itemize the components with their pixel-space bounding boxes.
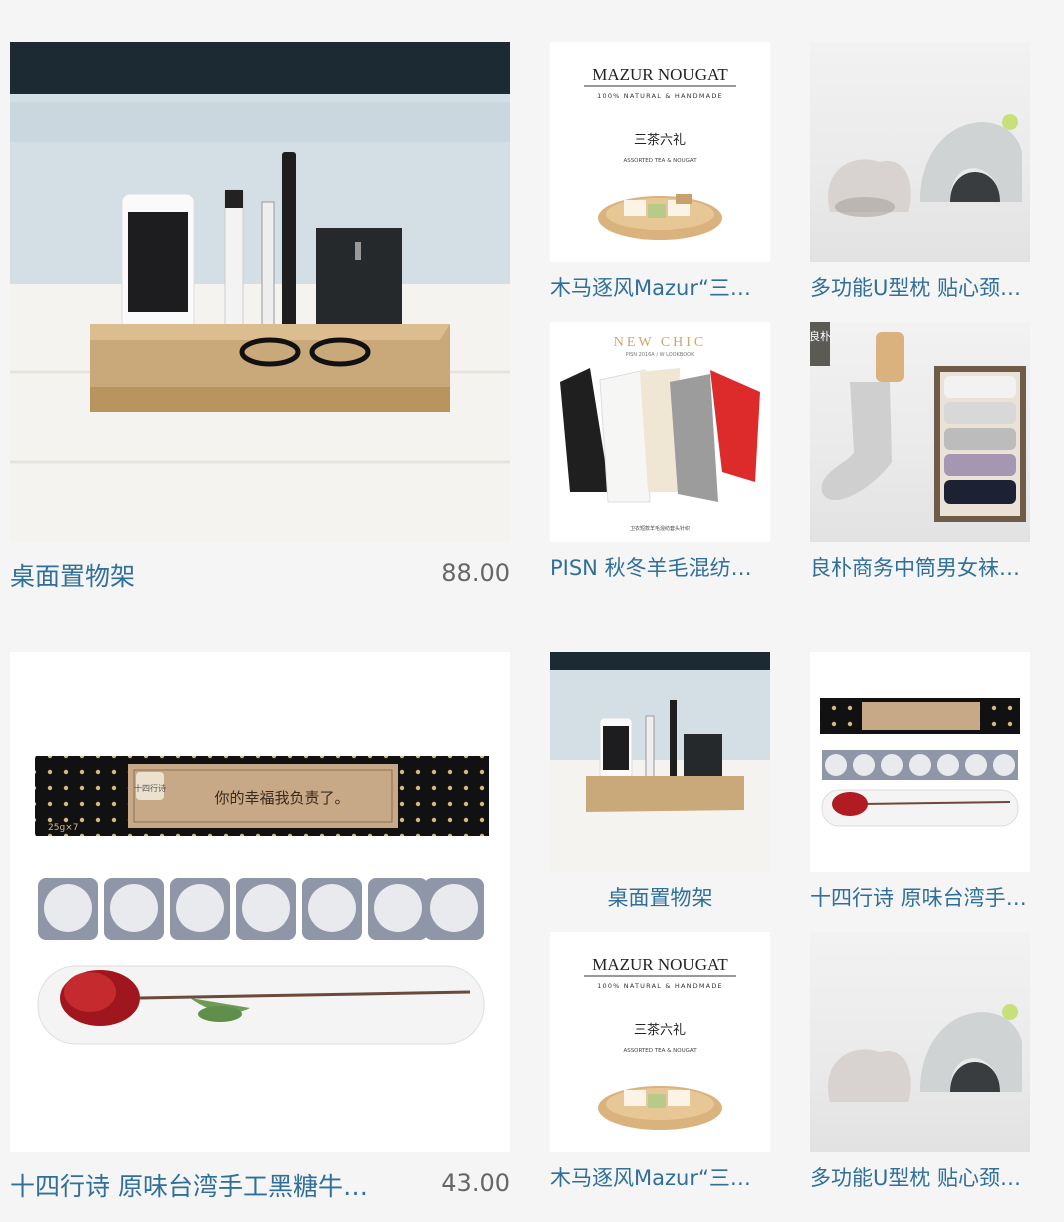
product-price: 43.00: [441, 1169, 510, 1197]
mazur-tagline-text: 100% NATURAL & HANDMADE: [597, 982, 723, 990]
sonnet-count-text: 25g×7: [48, 823, 78, 833]
product-title[interactable]: 木马逐风Mazur“三茶六礼”牛轧糖礼盒: [550, 1162, 770, 1192]
product-title[interactable]: 桌面置物架: [550, 882, 770, 912]
product-image[interactable]: [10, 42, 510, 542]
sock-brand-logo: 良朴: [810, 329, 831, 343]
sonnet-slogan-text: 你的幸福我负责了。: [214, 789, 349, 807]
product-title[interactable]: 十四行诗 原味台湾手工黑糖: [810, 882, 1030, 912]
mazur-brand-text: MAZUR NOUGAT: [592, 955, 728, 974]
mazur-nougat-repeat-photo: MAZUR NOUGAT 100% NATURAL & HANDMADE 三茶六…: [584, 955, 736, 1130]
product-image[interactable]: MAZUR NOUGAT 100% NATURAL & HANDMADE 三茶六…: [550, 932, 770, 1152]
product-title[interactable]: 桌面置物架: [10, 557, 390, 593]
product-card-sonnet-nougat-small[interactable]: 十四行诗 原味台湾手工黑糖: [810, 652, 1030, 914]
sonnet-logo-text: 十四行诗: [134, 783, 166, 793]
product-title[interactable]: 十四行诗 原味台湾手工黑糖牛轧糖: [10, 1167, 390, 1203]
product-card-u-pillow-repeat[interactable]: 多功能U型枕 贴心颈部护理: [810, 932, 1030, 1194]
product-image[interactable]: [810, 932, 1030, 1152]
product-image[interactable]: 良朴: [810, 322, 1030, 542]
sonnet-nougat-small-photo: [820, 698, 1020, 827]
mazur-tagline-text: 100% NATURAL & HANDMADE: [597, 92, 723, 100]
product-card-mazur-nougat[interactable]: MAZUR NOUGAT 100% NATURAL & HANDMADE 三茶六…: [550, 42, 770, 304]
product-card-desk-organizer-small[interactable]: 桌面置物架: [550, 652, 770, 914]
mazur-cn-text: 三茶六礼: [634, 1022, 686, 1038]
mazur-sub-text: ASSORTED TEA & NOUGAT: [623, 158, 697, 164]
product-title[interactable]: 多功能U型枕 贴心颈部护理: [810, 1162, 1030, 1192]
product-image[interactable]: 十四行诗 你的幸福我负责了。 25g×7: [10, 652, 510, 1152]
pisn-caption-text: 卫衣短款羊毛混纺套头针织: [630, 525, 690, 532]
product-card-mazur-nougat-repeat[interactable]: MAZUR NOUGAT 100% NATURAL & HANDMADE 三茶六…: [550, 932, 770, 1194]
product-card-pisn-cardigan[interactable]: NEW CHIC PISN 2016A / W LOOKBOOK 卫衣短款羊毛混…: [550, 322, 770, 584]
product-card-u-pillow[interactable]: 多功能U型枕 贴心颈部护理: [810, 42, 1030, 304]
mazur-nougat-photo: MAZUR NOUGAT 100% NATURAL & HANDMADE 三茶六…: [584, 65, 736, 240]
product-card-socks-box[interactable]: 良朴 良朴商务中筒男女袜礼盒: [810, 322, 1030, 584]
mazur-cn-text: 三茶六礼: [634, 132, 686, 148]
product-image[interactable]: MAZUR NOUGAT 100% NATURAL & HANDMADE 三茶六…: [550, 42, 770, 262]
product-image[interactable]: [550, 652, 770, 872]
product-price: 88.00: [441, 559, 510, 587]
product-title[interactable]: 良朴商务中筒男女袜礼盒: [810, 552, 1030, 582]
desk-organizer-small-photo: [550, 652, 770, 872]
mazur-sub-text: ASSORTED TEA & NOUGAT: [623, 1048, 697, 1054]
u-pillow-photo: [828, 114, 1022, 217]
product-image[interactable]: [810, 652, 1030, 872]
product-image[interactable]: [810, 42, 1030, 262]
pisn-cardigan-photo: NEW CHIC PISN 2016A / W LOOKBOOK 卫衣短款羊毛混…: [560, 335, 760, 532]
product-image[interactable]: NEW CHIC PISN 2016A / W LOOKBOOK 卫衣短款羊毛混…: [550, 322, 770, 542]
product-card-sonnet-nougat[interactable]: 十四行诗 你的幸福我负责了。 25g×7 十四行诗 原味台湾手工黑糖牛轧糖 43…: [10, 652, 510, 1212]
product-card-desk-organizer[interactable]: 桌面置物架 88.00: [10, 42, 510, 602]
product-grid: 桌面置物架 88.00 MAZUR NOUGAT 100% NATURAL & …: [0, 0, 1064, 1222]
product-title[interactable]: PISN 秋冬羊毛混纺针织开衫: [550, 552, 770, 582]
product-title[interactable]: 多功能U型枕 贴心颈部护理: [810, 272, 1030, 302]
desk-organizer-photo: [10, 42, 510, 542]
mazur-brand-text: MAZUR NOUGAT: [592, 65, 728, 84]
product-title[interactable]: 木马逐风Mazur“三茶六礼”牛轧糖礼盒: [550, 272, 770, 302]
socks-box-photo: 良朴: [810, 322, 1026, 522]
u-pillow-repeat-photo: [828, 1004, 1022, 1102]
pisn-headline-text: NEW CHIC: [614, 335, 707, 350]
sonnet-nougat-photo: 十四行诗 你的幸福我负责了。 25g×7: [35, 756, 489, 1045]
pisn-sub-text: PISN 2016A / W LOOKBOOK: [626, 352, 696, 358]
